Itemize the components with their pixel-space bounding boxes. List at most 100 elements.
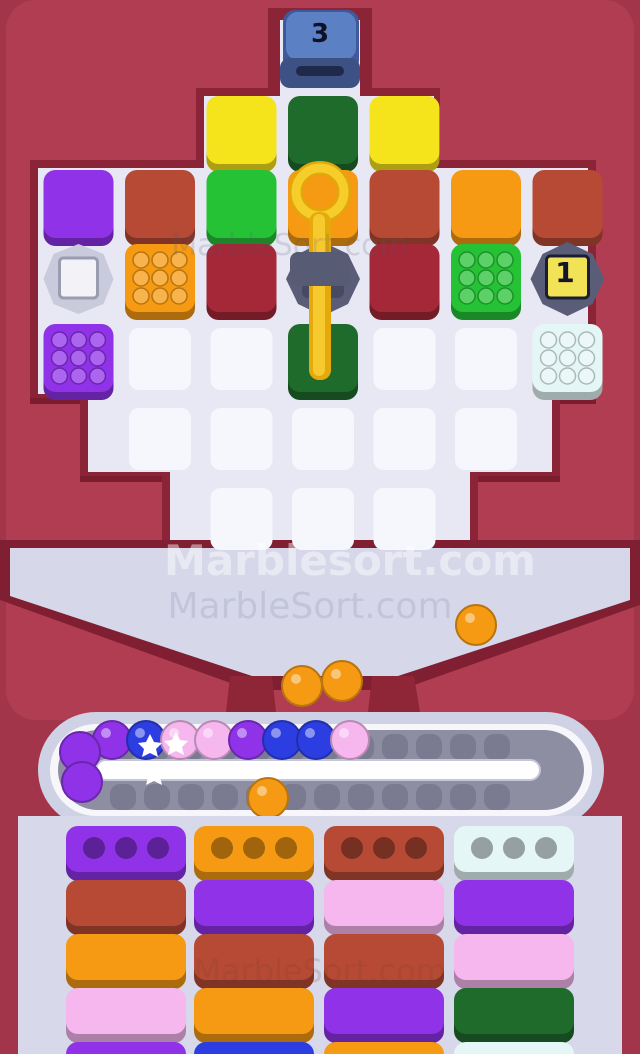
tray-left-wall — [0, 816, 18, 1054]
belt-slot — [484, 784, 510, 810]
tray-hole — [147, 837, 169, 859]
box-marble — [477, 269, 495, 287]
orange-tile — [451, 170, 521, 246]
box-marble — [88, 331, 107, 349]
conveyor-marble — [296, 720, 336, 760]
box-marble — [577, 349, 596, 367]
box-marble — [558, 367, 577, 385]
box-marble — [458, 269, 476, 287]
tray-hole — [341, 837, 363, 859]
box-marble — [577, 331, 596, 349]
purple-tile — [43, 170, 114, 246]
belt-slot — [484, 734, 510, 760]
marble-shine — [257, 786, 267, 796]
game-screen: 3 1 Marblesort.com MarbleSort.com Marble… — [0, 0, 640, 1054]
belt-slot — [348, 784, 374, 810]
rust-tile-top — [532, 170, 603, 238]
yellow-tile-top — [369, 96, 440, 164]
marble-shine — [203, 728, 213, 738]
darkgreen-tile — [288, 96, 358, 172]
box-marble — [151, 269, 169, 287]
queued-tray — [66, 880, 186, 926]
tray-hole — [275, 837, 297, 859]
tray-hole — [243, 837, 265, 859]
empty-tile — [292, 488, 354, 550]
tray-hole — [535, 837, 557, 859]
game-scene — [0, 0, 640, 1054]
box-marble — [477, 287, 495, 305]
marble-shine — [465, 613, 475, 623]
empty-tile — [373, 328, 436, 390]
box-marble — [50, 367, 69, 385]
box-marble — [170, 287, 188, 305]
queued-tray — [324, 880, 444, 926]
marble-shine — [271, 728, 281, 738]
rust-tile — [369, 170, 440, 246]
box-marble — [496, 251, 514, 269]
purple-tile-top — [43, 170, 114, 238]
belt-slot — [382, 784, 408, 810]
empty-tile — [292, 408, 354, 470]
box-marble — [496, 269, 514, 287]
belt-slot — [416, 784, 442, 810]
funnel-right-post — [368, 676, 420, 712]
box-marble — [577, 367, 596, 385]
queued-tray — [324, 1042, 444, 1054]
box-marble — [170, 251, 188, 269]
locked-tile-counter-label: 1 — [555, 255, 575, 289]
rust-tile-top — [125, 170, 195, 238]
queued-tray — [454, 934, 574, 980]
maroon-tile — [206, 244, 277, 320]
box-marble — [151, 251, 169, 269]
green-tile — [206, 170, 277, 246]
box-marble — [458, 251, 476, 269]
box-marble — [477, 251, 495, 269]
empty-tile — [455, 328, 517, 390]
empty-tile — [373, 408, 436, 470]
marble-shine — [237, 728, 247, 738]
falling-marble — [247, 777, 289, 819]
empty-tile — [455, 408, 517, 470]
queued-tray — [194, 880, 314, 926]
yellow-tile — [206, 96, 277, 172]
tray-hole — [471, 837, 493, 859]
queued-tray — [454, 1042, 574, 1054]
empty-tile — [210, 408, 273, 470]
conveyor-marble — [330, 720, 370, 760]
tray-hole — [405, 837, 427, 859]
box-marble — [50, 331, 69, 349]
yellow-tile-top — [206, 96, 277, 164]
marble-shine — [291, 674, 301, 684]
queued-tray — [194, 1042, 314, 1054]
key-shaft-highlight — [313, 214, 325, 376]
box-marble — [539, 349, 558, 367]
box-marble — [539, 367, 558, 385]
maroon-tile — [369, 244, 440, 320]
box-marble — [151, 287, 169, 305]
queued-tray — [194, 988, 314, 1034]
tray-hole — [373, 837, 395, 859]
falling-marble — [321, 660, 363, 702]
box-marble — [88, 349, 107, 367]
remaining-counter-label: 3 — [310, 19, 330, 49]
belt-slot — [416, 734, 442, 760]
queued-tray — [324, 988, 444, 1034]
conveyor-marble — [61, 761, 103, 803]
box-marble — [496, 287, 514, 305]
conveyor-marble — [262, 720, 302, 760]
tray-hole — [503, 837, 525, 859]
yellow-tile — [369, 96, 440, 172]
belt-slot — [178, 784, 204, 810]
belt-slot — [212, 784, 238, 810]
tray-right-wall — [622, 816, 640, 1054]
empty-tile — [129, 328, 191, 390]
queued-tray — [454, 880, 574, 926]
belt-slot — [314, 784, 340, 810]
conveyor-marble — [228, 720, 268, 760]
box-marble — [539, 331, 558, 349]
box-marble — [50, 349, 69, 367]
rust-tile — [532, 170, 603, 246]
queued-tray — [66, 934, 186, 980]
box-marble — [458, 287, 476, 305]
queued-tray — [194, 934, 314, 980]
